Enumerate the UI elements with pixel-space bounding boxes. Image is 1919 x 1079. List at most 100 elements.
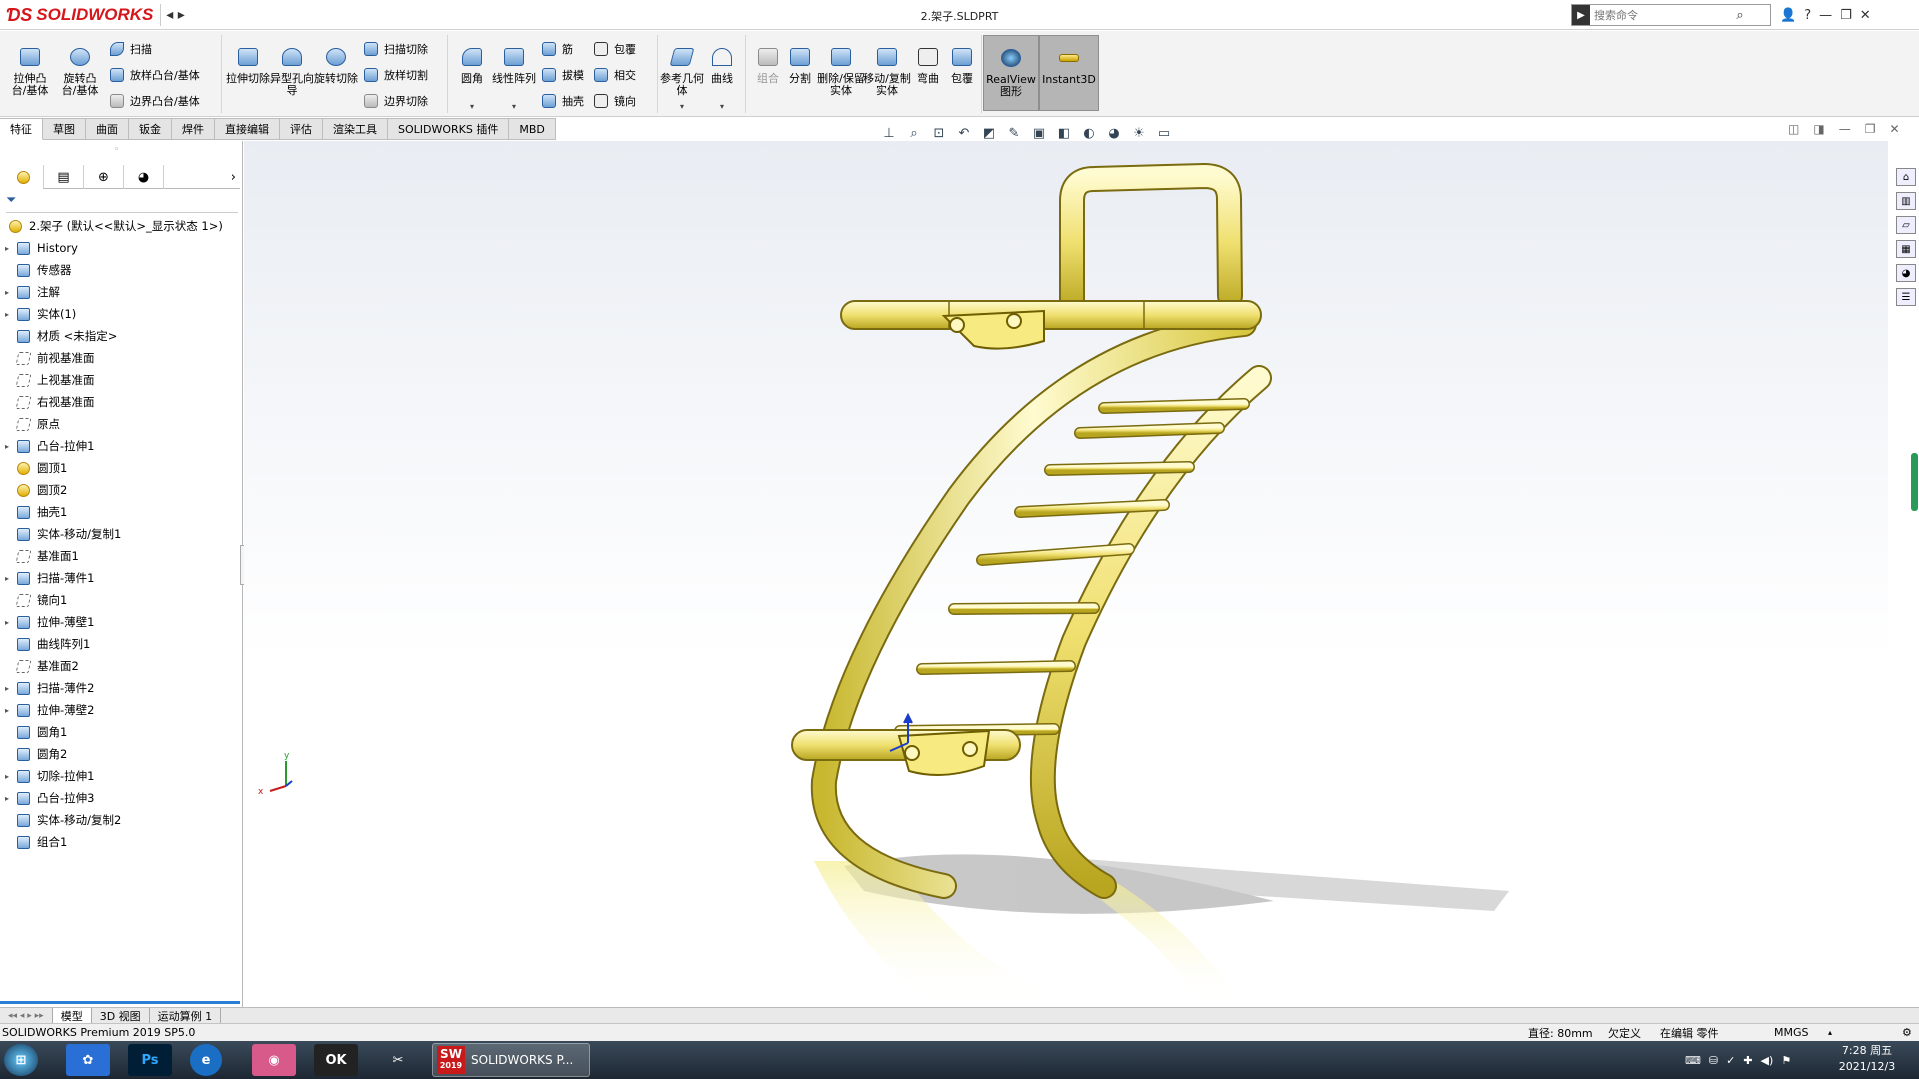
expand-arrow-icon[interactable]: ▸ [0,244,14,253]
dynamic-annotation-icon[interactable]: ✎ [1005,124,1023,142]
tree-item[interactable]: ▸ History [0,237,240,259]
design-library-icon[interactable]: ▥ [1896,192,1916,210]
hide-show-items-icon[interactable]: ◐ [1080,124,1098,142]
tree-item[interactable]: 曲线阵列1 [0,633,240,655]
tree-item[interactable]: 右视基准面 [0,391,240,413]
pattern-dropdown-icon[interactable]: ▾ [512,101,516,113]
help-icon[interactable]: ? [1804,8,1811,23]
instant3d-button[interactable]: Instant3D [1039,35,1099,111]
apply-scene-icon[interactable]: ☀ [1130,124,1148,142]
taskbar-clock[interactable]: 7:28 周五 2021/12/3 [1832,1043,1902,1075]
tab-8[interactable]: SOLIDWORKS 插件 [388,118,510,140]
tree-item[interactable]: 实体-移动/复制2 [0,809,240,831]
previous-view-icon[interactable]: ↶ [955,124,973,142]
solidworks-task-button[interactable]: SW 2019 SOLIDWORKS P... [432,1043,590,1077]
search-icon[interactable]: ⌕ [1730,8,1750,23]
tree-filter-icon[interactable]: ⏷ [6,193,238,213]
solidworks-logo[interactable]: ƊS SOLIDWORKS [6,2,154,28]
task-pane-scroll-tab[interactable] [1911,453,1918,511]
tree-item[interactable]: 圆顶2 [0,479,240,501]
display-style-icon[interactable]: ◧ [1055,124,1073,142]
tab-0[interactable]: 特征 [0,118,43,140]
linear-pattern-button[interactable]: 线性阵列 ▾ [492,35,536,111]
expand-arrow-icon[interactable]: ▸ [0,618,14,627]
tree-item[interactable]: 传感器 [0,259,240,281]
tree-item[interactable]: ▸ 拉伸-薄壁2 [0,699,240,721]
viewport-restore-icon[interactable]: ❐ [1865,122,1876,136]
sweep-cut-button[interactable]: 扫描切除 [362,37,428,61]
display-manager-tab-icon[interactable]: ◕ [124,165,164,189]
tab-4[interactable]: 焊件 [172,118,215,140]
wrap-button[interactable]: 包覆 [592,37,636,61]
viewport-close-icon[interactable]: ✕ [1889,122,1899,136]
expand-arrow-icon[interactable]: ▸ [0,684,14,693]
revolve-boss-button[interactable]: 旋转凸台/基体 [58,35,102,111]
expand-arrow-icon[interactable]: ▸ [0,310,14,319]
tab-7[interactable]: 渲染工具 [323,118,388,140]
flex-button[interactable]: 弯曲 [910,35,946,111]
tree-item[interactable]: 原点 [0,413,240,435]
tab-scroll-icon[interactable]: ◂◂ ◂ ▸ ▸▸ [0,1007,53,1024]
viewport-split-icon[interactable]: ◨ [1813,122,1824,136]
tab-9[interactable]: MBD [509,118,556,140]
tree-item[interactable]: 基准面2 [0,655,240,677]
tab-5[interactable]: 直接编辑 [215,118,280,140]
graphics-area[interactable]: y x [244,141,1888,1007]
curves-button[interactable]: 曲线 ▾ [700,35,744,111]
boundary-cut-button[interactable]: 边界切除 [362,89,428,113]
file-explorer-icon[interactable]: ▱ [1896,216,1916,234]
mirror-button[interactable]: 镜向 [592,89,636,113]
tab-6[interactable]: 评估 [280,118,323,140]
configuration-manager-tab-icon[interactable]: ⊕ [84,165,124,189]
start-button-icon[interactable]: ⊞ [4,1044,38,1076]
tree-item[interactable]: ▸ 拉伸-薄壁1 [0,611,240,633]
section-view-icon[interactable]: ◩ [980,124,998,142]
tree-item[interactable]: 圆顶1 [0,457,240,479]
search-input[interactable] [1590,6,1730,24]
model-rack-3d[interactable]: y x [244,141,1888,1007]
custom-properties-icon[interactable]: ☰ [1896,288,1916,306]
home-icon[interactable]: ⌂ [1896,168,1916,186]
command-search-icon[interactable]: ▶ [1572,5,1590,25]
curves-dropdown-icon[interactable]: ▾ [720,101,724,113]
unit-system-selector[interactable]: MMGS [1774,1026,1809,1039]
rollback-bar[interactable] [0,1001,240,1004]
tree-item[interactable]: 抽壳1 [0,501,240,523]
expand-arrow-icon[interactable]: ▸ [0,794,14,803]
reference-dropdown-icon[interactable]: ▾ [680,101,684,113]
realview-button[interactable]: RealView图形 [983,35,1039,111]
status-options-icon[interactable]: ⚙ [1902,1026,1912,1039]
view-palette-icon[interactable]: ▦ [1896,240,1916,258]
search-box[interactable]: ▶ ⌕ [1571,4,1771,26]
tree-item[interactable]: ▸ 扫描-薄件1 [0,567,240,589]
extrude-boss-button[interactable]: 拉伸凸台/基体 [8,35,52,111]
tree-item[interactable]: 实体-移动/复制1 [0,523,240,545]
view-orientation-icon[interactable]: ▣ [1030,124,1048,142]
volume-icon[interactable]: ◀) [1761,1054,1774,1067]
tree-item[interactable]: ▸ 实体(1) [0,303,240,325]
viewport-prev-icon[interactable]: ◫ [1788,122,1799,136]
tree-item[interactable]: 材质 <未指定> [0,325,240,347]
network-icon[interactable]: ⛁ [1709,1054,1718,1067]
feature-tree-tab-icon[interactable] [4,165,44,189]
tree-item[interactable]: ▸ 凸台-拉伸1 [0,435,240,457]
view-settings-icon[interactable]: ▭ [1155,124,1173,142]
keyboard-icon[interactable]: ⌨ [1685,1054,1701,1067]
security-icon[interactable]: ✚ [1743,1054,1752,1067]
expand-arrow-icon[interactable]: ▸ [0,288,14,297]
expand-tabs-icon[interactable]: › [164,165,240,189]
tree-root[interactable]: 2.架子 (默认<<默认>_显示状态 1>) [0,215,240,237]
zoom-to-fit-icon[interactable]: ⌕ [905,124,923,142]
obs-app-icon[interactable]: OK [314,1044,358,1076]
reference-geometry-button[interactable]: 参考几何体 ▾ [660,35,704,111]
tree-item[interactable]: 圆角2 [0,743,240,765]
photoshop-app-icon[interactable]: Ps [128,1044,172,1076]
expand-arrow-icon[interactable]: ▸ [0,574,14,583]
tree-item[interactable]: 上视基准面 [0,369,240,391]
tool-app-icon[interactable]: ✂ [376,1044,420,1076]
tab-3[interactable]: 钣金 [129,118,172,140]
minimize-icon[interactable]: — [1819,8,1832,23]
boundary-boss-button[interactable]: 边界凸台/基体 [108,89,200,113]
panel-grip-icon[interactable]: ◦ [114,145,119,155]
shell-button[interactable]: 抽壳 [540,89,584,113]
